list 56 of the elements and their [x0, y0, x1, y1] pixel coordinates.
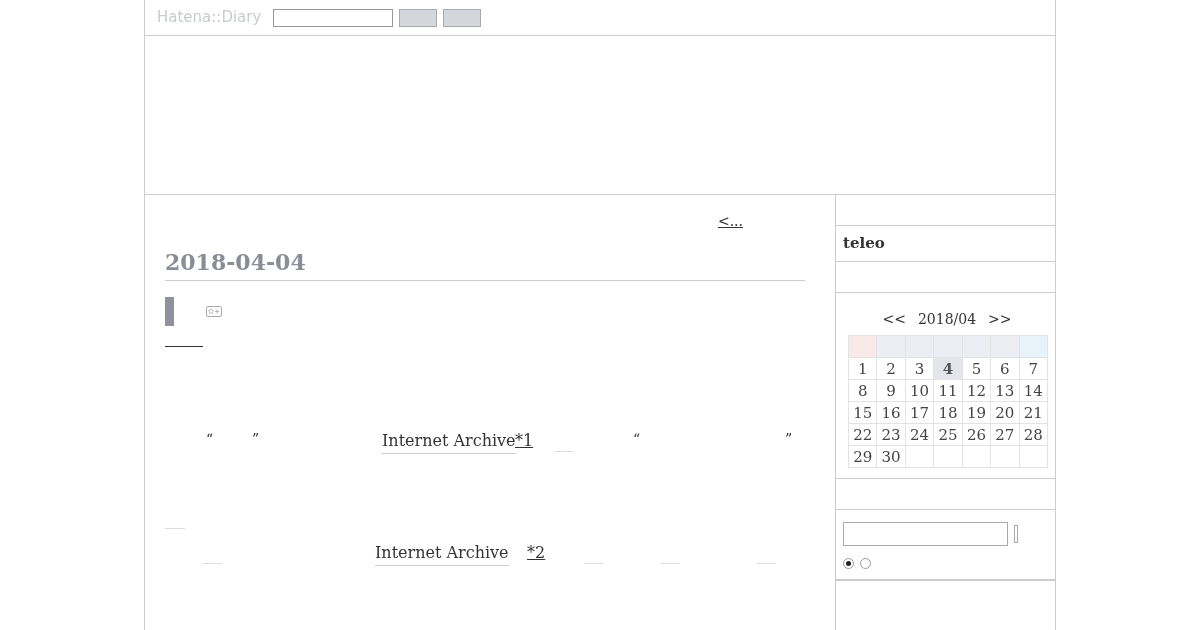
calendar-day[interactable]: 24 [905, 424, 935, 446]
calendar-day[interactable]: 26 [962, 424, 992, 446]
quote-mark: ” [252, 430, 260, 449]
quote-mark: “ [206, 430, 214, 449]
empty-calendar-cell [905, 446, 935, 468]
empty-calendar-cell [991, 446, 1020, 468]
calendar-day[interactable]: 6 [991, 358, 1020, 380]
calendar-day[interactable]: 5 [962, 358, 992, 380]
quote-mark: “ [633, 430, 641, 449]
section-marker [165, 297, 174, 326]
user-name[interactable]: teleo [843, 232, 885, 255]
calendar-day[interactable]: 4 [934, 358, 963, 380]
empty-calendar-cell [962, 446, 992, 468]
calendar-day[interactable]: 2 [877, 358, 906, 380]
calendar-day[interactable]: 18 [934, 402, 963, 424]
calendar-day[interactable]: 21 [1019, 402, 1048, 424]
empty-calendar-cell [934, 446, 963, 468]
calendar-day[interactable]: 27 [991, 424, 1020, 446]
search-field[interactable] [273, 8, 394, 27]
footnote-link[interactable]: *2 [527, 541, 546, 565]
radio-button[interactable] [843, 558, 854, 569]
calendar-day[interactable]: 15 [849, 402, 878, 424]
calendar-day[interactable]: 16 [877, 402, 906, 424]
calendar-day[interactable]: 22 [849, 424, 878, 446]
entry-date: 2018-04-04 [165, 246, 805, 281]
calendar-day[interactable]: 28 [1019, 424, 1048, 446]
next-month-link[interactable]: >> [988, 309, 1012, 330]
calendar-day[interactable]: 11 [934, 380, 963, 402]
footnote-link[interactable]: *1 [515, 429, 534, 453]
calendar-day[interactable]: 29 [849, 446, 878, 468]
calendar-day[interactable]: 14 [1019, 380, 1048, 402]
calendar-day[interactable]: 1 [849, 358, 878, 380]
calendar-day[interactable]: 30 [877, 446, 906, 468]
empty-calendar-cell [1019, 446, 1048, 468]
previous-month-link[interactable]: << [882, 309, 906, 330]
sidebar-search-button[interactable] [1014, 525, 1018, 543]
radio-button[interactable] [860, 558, 871, 569]
calendar-day[interactable]: 8 [849, 380, 878, 402]
calendar-day[interactable]: 10 [905, 380, 935, 402]
calendar-day[interactable]: 13 [991, 380, 1020, 402]
search-button[interactable] [399, 8, 438, 27]
calendar-day[interactable]: 12 [962, 380, 992, 402]
text-link[interactable]: Internet Archive [375, 541, 509, 566]
text-link[interactable]: Internet Archive [382, 429, 516, 454]
calendar-day[interactable]: 25 [934, 424, 963, 446]
calendar-day[interactable]: 17 [905, 402, 935, 424]
calendar-day[interactable]: 20 [991, 402, 1020, 424]
calendar-day[interactable]: 23 [877, 424, 906, 446]
calendar-month: 2018/04 [917, 310, 977, 329]
previous-link[interactable]: <... [717, 211, 799, 232]
calendar-day[interactable]: 19 [962, 402, 992, 424]
calendar-day[interactable]: 7 [1019, 358, 1048, 380]
header-button[interactable] [443, 8, 482, 27]
quote-mark: ” [785, 430, 793, 449]
sidebar-search-field[interactable] [843, 522, 1008, 546]
calendar-day[interactable]: 9 [877, 380, 906, 402]
